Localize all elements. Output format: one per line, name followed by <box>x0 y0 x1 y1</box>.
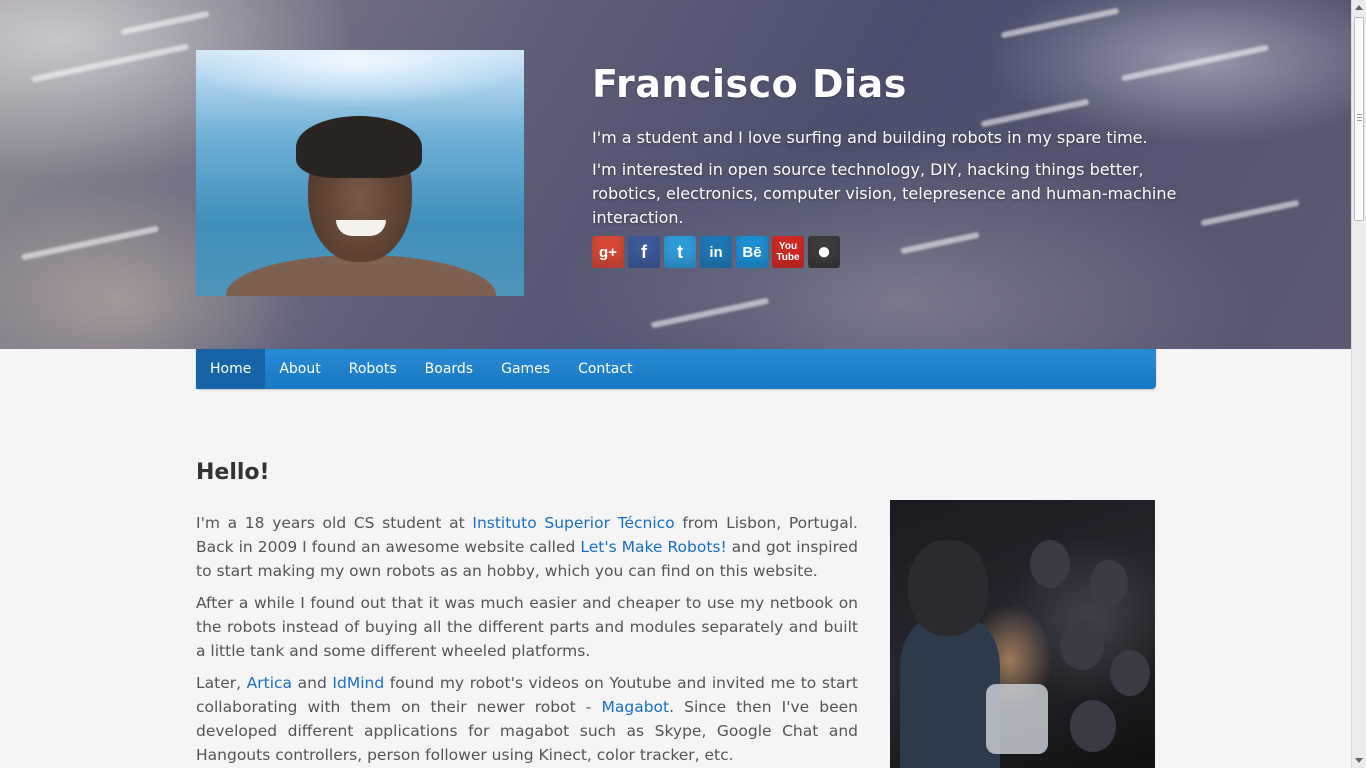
main-content: Hello! I'm a 18 years old CS student at … <box>196 460 858 767</box>
photo-crowd <box>1110 650 1150 696</box>
paragraph-1: I'm a 18 years old CS student at Institu… <box>196 511 858 583</box>
youtube-glyph: You Tube <box>776 241 800 263</box>
page-scrollbar[interactable] <box>1351 0 1366 768</box>
site-title: Francisco Dias <box>592 62 907 106</box>
light-streak <box>900 231 980 255</box>
behance-icon[interactable]: Bē <box>736 236 768 268</box>
github-glyph: ● <box>816 238 832 265</box>
photo-robot <box>986 684 1048 754</box>
grip-line <box>1357 120 1362 121</box>
light-streak <box>650 297 770 329</box>
facebook-icon[interactable]: f <box>628 236 660 268</box>
profile-photo <box>196 50 524 296</box>
linkedin-icon[interactable]: in <box>700 236 732 268</box>
content-heading: Hello! <box>196 460 270 485</box>
linkedin-glyph: in <box>709 243 723 261</box>
nav-item-robots[interactable]: Robots <box>335 349 411 389</box>
behance-glyph: Bē <box>742 243 762 261</box>
social-links: g+ f t in Bē You Tube ● <box>592 236 840 268</box>
nav-item-games[interactable]: Games <box>487 349 564 389</box>
text: and <box>292 674 333 692</box>
presentation-photo <box>890 500 1155 768</box>
nav-item-boards[interactable]: Boards <box>411 349 487 389</box>
facebook-glyph: f <box>641 241 647 262</box>
photo-hair <box>296 116 422 178</box>
main-navbar: Home About Robots Boards Games Contact <box>196 349 1156 389</box>
nav-item-about[interactable]: About <box>265 349 334 389</box>
photo-crowd <box>1030 540 1070 588</box>
interests-text: I'm interested in open source technology… <box>592 160 1177 227</box>
photo-presenter-head <box>908 540 988 636</box>
light-streak <box>1200 199 1300 227</box>
photo-crowd <box>1060 620 1104 670</box>
lmr-link[interactable]: Let's Make Robots! <box>580 538 726 556</box>
ist-link[interactable]: Instituto Superior Técnico <box>472 514 674 532</box>
google-plus-icon[interactable]: g+ <box>592 236 624 268</box>
idmind-link[interactable]: IdMind <box>332 674 384 692</box>
text: I'm a 18 years old CS student at <box>196 514 473 532</box>
photo-crowd <box>1070 700 1116 752</box>
grip-line <box>1357 117 1362 118</box>
header-banner: Francisco Dias I'm a student and I love … <box>0 0 1351 349</box>
twitter-glyph: t <box>677 241 683 262</box>
photo-presenter-body <box>900 620 1000 768</box>
magabot-link[interactable]: Magabot <box>601 698 669 716</box>
light-streak <box>20 225 160 261</box>
artica-link[interactable]: Artica <box>247 674 292 692</box>
scrollbar-thumb[interactable] <box>1354 17 1364 221</box>
paragraph-2: After a while I found out that it was mu… <box>196 594 858 660</box>
nav-item-contact[interactable]: Contact <box>564 349 646 389</box>
github-icon[interactable]: ● <box>808 236 840 268</box>
light-streak <box>31 43 189 83</box>
paragraph-3: Later, Artica and IdMind found my robot'… <box>196 671 858 767</box>
youtube-icon[interactable]: You Tube <box>772 236 804 268</box>
nav-item-home[interactable]: Home <box>196 349 266 389</box>
light-streak <box>120 10 210 36</box>
scroll-up-arrow-icon[interactable] <box>1355 5 1363 10</box>
header-text: Francisco Dias I'm a student and I love … <box>592 62 1192 230</box>
photo-crowd <box>1090 560 1128 606</box>
light-streak <box>1000 7 1120 39</box>
scroll-down-arrow-icon[interactable] <box>1355 758 1363 763</box>
twitter-icon[interactable]: t <box>664 236 696 268</box>
google-plus-glyph: g+ <box>599 243 617 261</box>
grip-line <box>1357 114 1362 115</box>
intro-text: I'm a student and I love surfing and bui… <box>592 128 1148 147</box>
text: Later, <box>196 674 247 692</box>
